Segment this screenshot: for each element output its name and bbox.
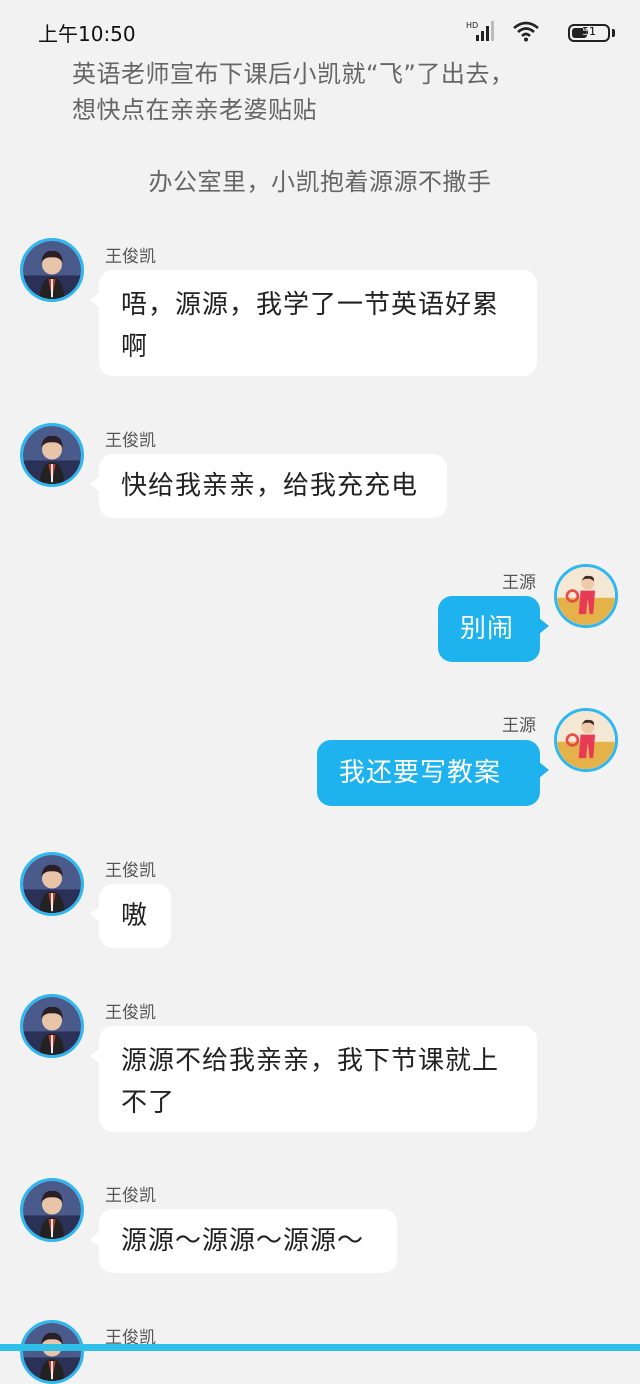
avatar[interactable] (554, 564, 618, 628)
battery-tip (612, 29, 615, 37)
narration-line-1: 英语老师宣布下课后小凯就“飞”了出去， (72, 60, 515, 88)
avatar[interactable] (20, 1178, 84, 1242)
svg-text:HD: HD (466, 21, 478, 30)
message-text-line: 啊 (121, 332, 149, 362)
sender-name: 王俊凯 (105, 431, 156, 451)
message-text-line: 不了 (121, 1088, 176, 1118)
message-text-line: 别闹 (460, 614, 515, 644)
message-bubble[interactable]: 别闹 (438, 596, 549, 662)
status-bar: 上午10:50 HD 51 (0, 0, 640, 58)
avatar[interactable] (20, 994, 84, 1058)
message-bubble[interactable]: 源源不给我亲亲，我下节课就上 不了 (90, 1026, 537, 1132)
battery-icon: 51 (568, 24, 610, 42)
sender-name: 王俊凯 (105, 861, 156, 881)
sender-name: 王俊凯 (105, 1186, 156, 1206)
message-bubble[interactable]: 唔，源源，我学了一节英语好累 啊 (90, 270, 537, 376)
avatar[interactable] (20, 852, 84, 916)
sender-name: 王俊凯 (105, 247, 156, 267)
message-text-line: 唔，源源，我学了一节英语好累 (121, 290, 500, 320)
status-time: 上午10:50 (38, 22, 136, 46)
wifi-icon (513, 21, 539, 42)
message-bubble[interactable]: 源源～源源～源源～ (90, 1209, 397, 1273)
avatar[interactable] (20, 1320, 84, 1384)
sender-name: 王源 (502, 716, 536, 736)
message-text-line: 我还要写教案 (339, 758, 502, 788)
message-bubble[interactable]: 我还要写教案 (317, 740, 549, 806)
narration-line-2: 想快点在亲亲老婆贴贴 (72, 96, 317, 124)
scene-narration: 办公室里，小凯抱着源源不撒手 (148, 168, 492, 196)
message-text-line: 快给我亲亲，给我充充电 (121, 471, 419, 501)
bottom-accent-bar (0, 1344, 640, 1351)
signal-icon: HD (466, 21, 494, 41)
message-text-line: 源源不给我亲亲，我下节课就上 (121, 1046, 500, 1076)
narration-text: 英语老师宣布下课后小凯就“飞”了出去， 想快点在亲亲老婆贴贴 (72, 56, 572, 128)
message-bubble[interactable]: 嗷 (90, 884, 171, 948)
avatar[interactable] (554, 708, 618, 772)
avatar[interactable] (20, 423, 84, 487)
avatar[interactable] (20, 238, 84, 302)
message-text-line: 源源～源源～源源～ (121, 1226, 365, 1256)
sender-name: 王俊凯 (105, 1003, 156, 1023)
message-bubble[interactable]: 快给我亲亲，给我充充电 (90, 454, 447, 518)
sender-name: 王源 (502, 573, 536, 593)
battery-level: 51 (582, 25, 596, 38)
message-text-line: 嗷 (121, 901, 149, 931)
